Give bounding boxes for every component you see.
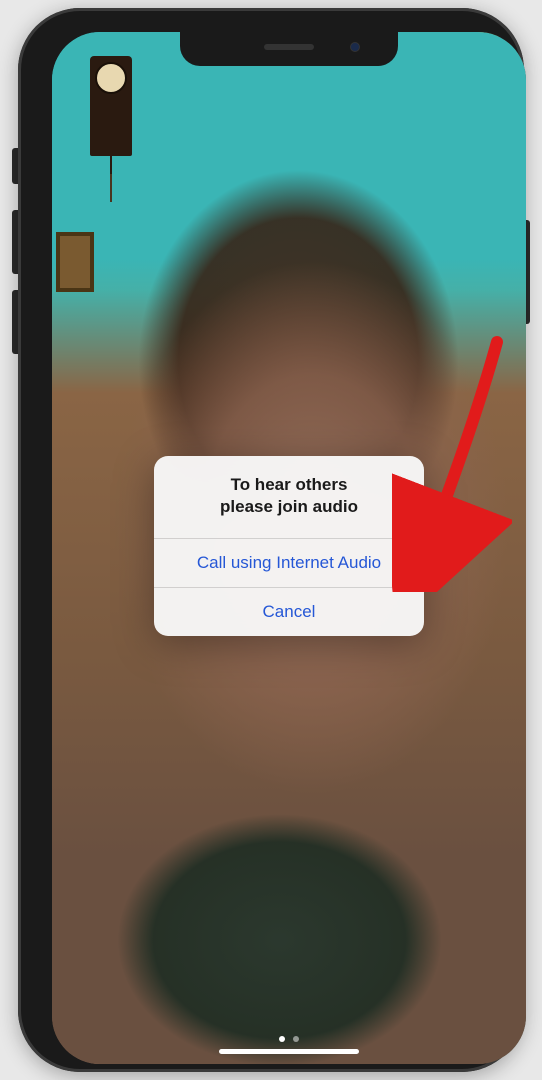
- dialog-message-line-2: please join audio: [170, 496, 408, 518]
- front-camera: [350, 42, 360, 52]
- dialog-message-line-1: To hear others: [170, 474, 408, 496]
- phone-frame: To hear others please join audio Call us…: [18, 8, 524, 1072]
- call-internet-audio-button[interactable]: Call using Internet Audio: [154, 539, 424, 587]
- page-indicator: [279, 1036, 299, 1042]
- cancel-button[interactable]: Cancel: [154, 588, 424, 636]
- background-picture-frame: [56, 232, 94, 292]
- screen: To hear others please join audio Call us…: [52, 32, 526, 1064]
- home-indicator[interactable]: [219, 1049, 359, 1054]
- device-notch: [180, 32, 398, 66]
- background-clock: [90, 56, 132, 156]
- dialog-message: To hear others please join audio: [154, 456, 424, 538]
- speaker-grille: [264, 44, 314, 50]
- audio-join-dialog: To hear others please join audio Call us…: [154, 456, 424, 636]
